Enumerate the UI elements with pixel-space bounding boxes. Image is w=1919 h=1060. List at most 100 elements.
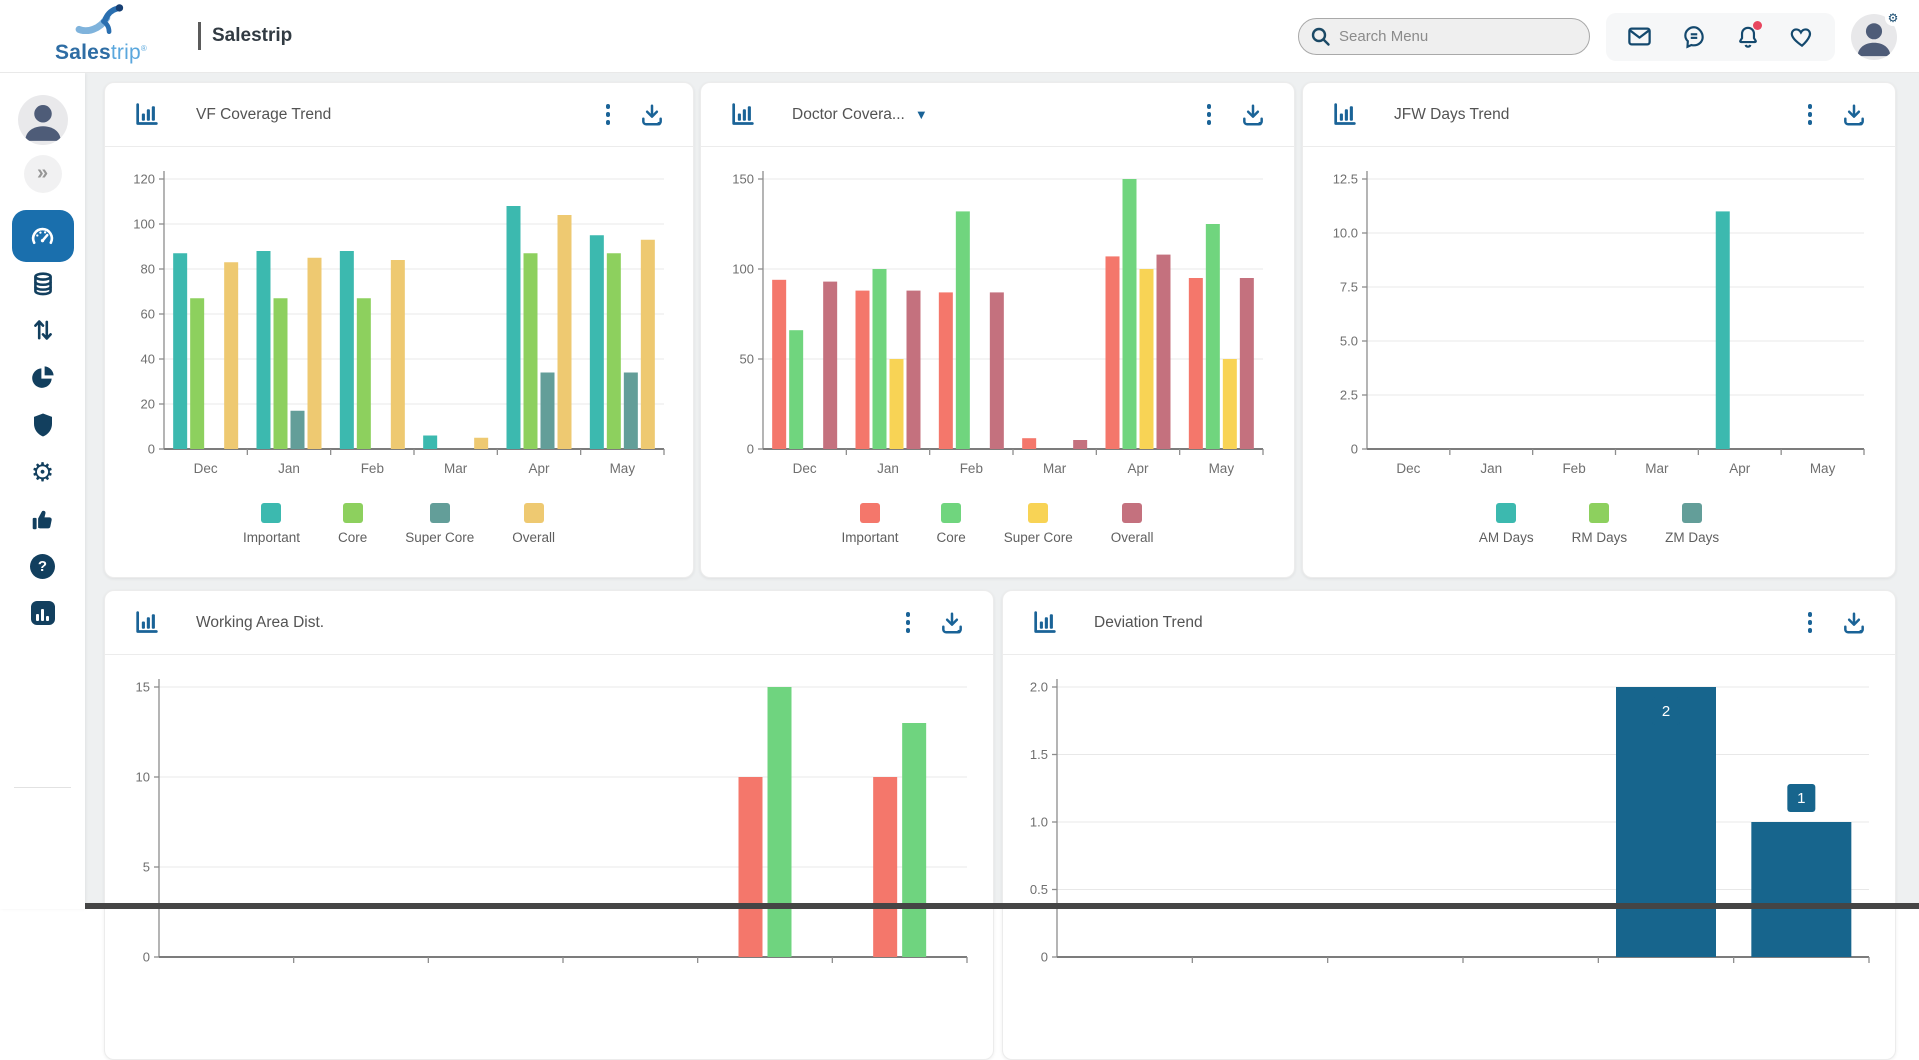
legend-item[interactable]: Core (338, 503, 367, 545)
sidebar-item-help[interactable]: ? (0, 554, 85, 579)
sidebar-item-reports[interactable] (0, 601, 85, 625)
chart-title: JFW Days Trend (1394, 106, 1509, 124)
legend-item[interactable]: Overall (512, 503, 555, 545)
bar (1122, 179, 1136, 449)
download-icon[interactable] (939, 610, 965, 636)
kebab-menu-icon[interactable] (1801, 99, 1820, 130)
bar-chart-canvas: 00.51.01.52.021 (1017, 661, 1881, 1001)
bar (789, 330, 803, 449)
bar (507, 206, 521, 449)
chart-card-working-area: Working Area Dist. 051015 (104, 590, 994, 1060)
legend-swatch (261, 503, 281, 523)
kebab-menu-icon[interactable] (1801, 607, 1820, 638)
svg-text:0: 0 (1041, 950, 1048, 965)
svg-text:0: 0 (143, 950, 150, 965)
horizontal-scrollbar[interactable] (85, 903, 1919, 909)
legend-label: ZM Days (1665, 530, 1719, 545)
bar-chart-canvas: 050100150DecJanFebMarAprMay (718, 153, 1278, 493)
kebab-menu-icon[interactable] (599, 99, 618, 130)
sidebar-item-dashboard[interactable] (12, 210, 74, 262)
legend-item[interactable]: Super Core (1004, 503, 1073, 545)
legend-swatch (1028, 503, 1048, 523)
mail-icon[interactable] (1626, 23, 1653, 50)
chart-card-vf-coverage: VF Coverage Trend 020406080100120DecJanF… (104, 82, 694, 578)
sidebar-user-avatar[interactable] (0, 95, 85, 145)
legend-swatch (343, 503, 363, 523)
bar (855, 291, 869, 449)
legend-item[interactable]: ZM Days (1665, 503, 1719, 545)
sidebar: » ⚙ (0, 73, 85, 909)
chart-title: Working Area Dist. (196, 614, 324, 632)
sidebar-item-shield[interactable] (0, 412, 85, 438)
sidebar-item-sort-transfer[interactable] (0, 317, 85, 343)
search-input[interactable] (1298, 18, 1590, 55)
salestrip-logo[interactable]: Salestrip® (46, 4, 156, 63)
app-header: Salestrip® Salestrip (0, 0, 1919, 73)
legend-item[interactable]: AM Days (1479, 503, 1534, 545)
kebab-menu-icon[interactable] (899, 607, 918, 638)
bar-chart-box-icon (31, 601, 55, 625)
svg-text:120: 120 (133, 172, 155, 187)
bar (558, 215, 572, 449)
download-icon[interactable] (1841, 102, 1867, 128)
bell-icon[interactable] (1735, 24, 1761, 50)
svg-text:Dec: Dec (1396, 461, 1420, 476)
svg-text:50: 50 (739, 352, 753, 367)
legend-swatch (1496, 503, 1516, 523)
bar (391, 260, 405, 449)
bar (772, 280, 786, 449)
kebab-menu-icon[interactable] (1200, 99, 1219, 130)
user-avatar[interactable]: ⚙ (1851, 14, 1897, 60)
legend-item[interactable]: Core (936, 503, 965, 545)
svg-text:Feb: Feb (959, 461, 982, 476)
svg-text:Jan: Jan (877, 461, 899, 476)
legend-item[interactable]: Important (243, 503, 300, 545)
svg-text:0: 0 (1351, 442, 1358, 457)
svg-text:Feb: Feb (361, 461, 384, 476)
legend-item[interactable]: RM Days (1572, 503, 1628, 545)
bar (1073, 440, 1087, 449)
svg-text:1.0: 1.0 (1030, 815, 1048, 830)
sidebar-item-settings[interactable]: ⚙ (0, 459, 85, 485)
chart-card-doctor-coverage: Doctor Covera... ▼ 050100150DecJanFebMar… (700, 82, 1295, 578)
sidebar-item-pie-chart[interactable] (0, 364, 85, 390)
chart-title-dropdown-caret[interactable]: ▼ (915, 107, 928, 122)
bar-chart-canvas: 02.55.07.510.012.5DecJanFebMarAprMay (1319, 153, 1879, 493)
sidebar-item-database[interactable] (0, 271, 85, 297)
legend-swatch (1589, 503, 1609, 523)
sidebar-item-feedback[interactable] (0, 507, 85, 533)
svg-text:100: 100 (732, 262, 754, 277)
download-icon[interactable] (639, 102, 665, 128)
chart-icon (133, 609, 160, 636)
thumbs-up-icon (30, 507, 56, 533)
svg-text:15: 15 (136, 680, 150, 695)
svg-text:May: May (1810, 461, 1836, 476)
chart-legend: Important Core Super Core Overall (105, 503, 693, 545)
svg-text:Feb: Feb (1562, 461, 1585, 476)
legend-item[interactable]: Overall (1111, 503, 1154, 545)
bar (1205, 224, 1219, 449)
chart-legend: Important Core Super Core Overall (701, 503, 1294, 545)
legend-item[interactable]: Super Core (405, 503, 474, 545)
svg-text:5.0: 5.0 (1340, 334, 1358, 349)
svg-text:Dec: Dec (194, 461, 218, 476)
svg-text:10: 10 (136, 770, 150, 785)
bar (873, 777, 897, 957)
heart-icon[interactable] (1789, 24, 1815, 50)
svg-text:10.0: 10.0 (1333, 226, 1358, 241)
svg-text:12.5: 12.5 (1333, 172, 1358, 187)
chat-icon[interactable] (1681, 24, 1707, 50)
download-icon[interactable] (1240, 102, 1266, 128)
bar (173, 253, 187, 449)
legend-swatch (1122, 503, 1142, 523)
legend-item[interactable]: Important (841, 503, 898, 545)
svg-text:1: 1 (1797, 790, 1805, 807)
bar (274, 298, 288, 449)
bar (739, 777, 763, 957)
download-icon[interactable] (1841, 610, 1867, 636)
bar (1751, 822, 1851, 957)
bar-chart-canvas: 051015 (119, 661, 979, 1001)
svg-text:Jan: Jan (278, 461, 300, 476)
sidebar-expand-button[interactable]: » (24, 155, 62, 193)
bar (1156, 255, 1170, 449)
